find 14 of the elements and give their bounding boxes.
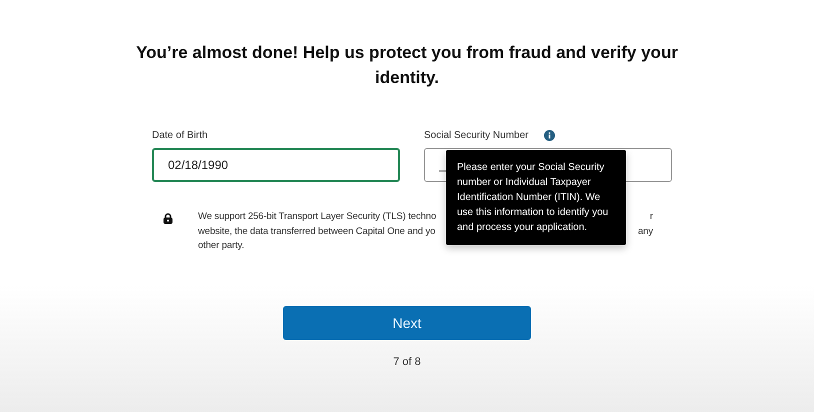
- info-icon[interactable]: [544, 130, 556, 140]
- lock-icon: [163, 213, 173, 224]
- field-label: Date of Birth: [152, 130, 208, 140]
- tooltip: Please enter your Social Security number or Individual Taxpayer Identification Number (ITIN). We use this information to identify you and process your application.: [446, 150, 626, 245]
- notice-text: any: [638, 224, 653, 238]
- input-field[interactable]: 02/18/1990: [152, 148, 400, 182]
- step-counter: 7 of 8: [393, 356, 421, 368]
- notice-text: We support 256-bit Transport Layer Security (TLS) techno: [198, 210, 436, 224]
- field-label: Social Security Number: [424, 130, 528, 140]
- notice-text: website, the data transferred between Capital One and yo: [198, 224, 436, 238]
- page-heading: You’re almost done! Help us protect you from fraud and verify your identity.: [135, 42, 679, 89]
- notice-text: other party.: [198, 239, 244, 253]
- notice-text: r: [650, 210, 653, 224]
- next-button[interactable]: Next: [283, 306, 531, 340]
